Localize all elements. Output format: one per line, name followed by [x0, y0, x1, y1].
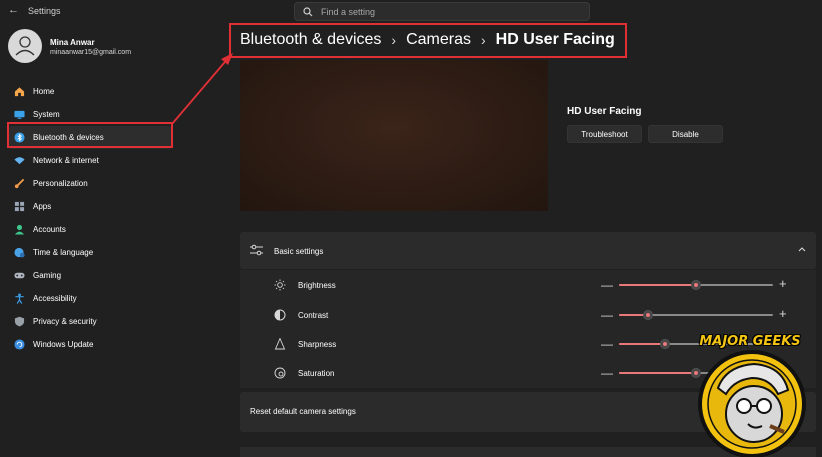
- basic-settings-header[interactable]: Basic settings: [240, 232, 816, 269]
- increase-brightness-button[interactable]: +: [779, 276, 787, 291]
- sidebar-item-privacy-security[interactable]: Privacy & security: [8, 310, 172, 333]
- shield-icon: [14, 316, 25, 327]
- breadcrumb: Bluetooth & devices › Cameras › HD User …: [240, 31, 615, 49]
- majorgeeks-logo: MAJOR GEEKS: [678, 330, 822, 457]
- brightness-slider-thumb[interactable]: [691, 280, 701, 290]
- decrease-contrast-button[interactable]: —: [601, 308, 613, 322]
- sidebar-item-personalization[interactable]: Personalization: [8, 172, 172, 195]
- home-icon: [14, 86, 25, 97]
- user-name: Mina Anwar: [50, 38, 95, 47]
- sidebar-item-label: System: [33, 110, 60, 119]
- sidebar-item-apps[interactable]: Apps: [8, 195, 172, 218]
- apps-icon: [14, 201, 25, 212]
- contrast-slider[interactable]: [619, 310, 773, 320]
- update-icon: [14, 339, 25, 350]
- brightness-icon: [274, 279, 286, 291]
- page-title: HD User Facing: [495, 31, 615, 48]
- chevron-right-icon: ›: [391, 32, 397, 48]
- sidebar-item-gaming[interactable]: Gaming: [8, 264, 172, 287]
- breadcrumb-item-cameras[interactable]: Cameras: [406, 31, 471, 49]
- search-icon: [303, 6, 313, 16]
- sidebar-item-label: Home: [33, 87, 55, 96]
- device-title: HD User Facing: [567, 106, 642, 117]
- monitor-icon: [14, 109, 25, 120]
- sidebar-item-label: Personalization: [33, 179, 88, 188]
- accounts-icon: [14, 224, 25, 235]
- sharpness-slider-thumb[interactable]: [660, 339, 670, 349]
- brightness-row: Brightness — +: [240, 270, 816, 299]
- sidebar-item-label: Accounts: [33, 225, 66, 234]
- sharpness-label: Sharpness: [298, 340, 337, 349]
- sidebar-item-label: Privacy & security: [33, 317, 97, 326]
- brush-icon: [14, 178, 25, 189]
- saturation-label: Saturation: [298, 369, 335, 378]
- contrast-row: Contrast — +: [240, 300, 816, 329]
- sidebar-item-label: Apps: [33, 202, 52, 211]
- sidebar-item-network[interactable]: Network & internet: [8, 149, 172, 172]
- sidebar-item-home[interactable]: Home: [8, 80, 172, 103]
- chevron-up-icon[interactable]: [798, 246, 806, 252]
- brightness-slider-fill: [619, 284, 696, 286]
- sharpness-slider-fill: [619, 343, 665, 345]
- sidebar-item-time-language[interactable]: Time & language: [8, 241, 172, 264]
- reset-camera-settings-label: Reset default camera settings: [250, 407, 356, 416]
- wifi-icon: [14, 155, 25, 166]
- globe-clock-icon: [14, 247, 25, 258]
- sidebar-item-accessibility[interactable]: Accessibility: [8, 287, 172, 310]
- sidebar-item-label: Windows Update: [33, 340, 94, 349]
- sidebar-item-label: Time & language: [33, 248, 94, 257]
- brightness-label: Brightness: [298, 281, 336, 290]
- decrease-saturation-button[interactable]: —: [601, 366, 613, 380]
- back-arrow-icon[interactable]: ←: [8, 4, 19, 16]
- avatar[interactable]: [8, 29, 42, 63]
- decrease-sharpness-button[interactable]: —: [601, 337, 613, 351]
- decrease-brightness-button[interactable]: —: [601, 278, 613, 292]
- logo-emblem: [698, 350, 806, 457]
- user-icon: [15, 36, 35, 56]
- disable-button[interactable]: Disable: [648, 125, 723, 143]
- basic-settings-panel: Basic settings: [240, 232, 816, 269]
- contrast-slider-thumb[interactable]: [643, 310, 653, 320]
- gamepad-icon: [14, 270, 25, 281]
- search-box[interactable]: [294, 2, 590, 21]
- search-input[interactable]: [321, 6, 581, 17]
- sharpness-icon: [274, 338, 286, 350]
- camera-preview: [240, 60, 548, 211]
- troubleshoot-button[interactable]: Troubleshoot: [567, 125, 642, 143]
- contrast-label: Contrast: [298, 311, 329, 320]
- saturation-icon: [274, 367, 286, 379]
- sidebar-highlight-box: [7, 122, 173, 148]
- user-email: minaanwar15@gmail.com: [50, 49, 132, 56]
- chevron-right-icon: ›: [481, 32, 486, 48]
- logo-text: MAJOR GEEKS: [699, 334, 801, 349]
- basic-settings-title: Basic settings: [274, 247, 324, 256]
- sidebar-item-label: Accessibility: [33, 294, 77, 303]
- sidebar-item-label: Network & internet: [33, 156, 99, 165]
- increase-contrast-button[interactable]: +: [779, 306, 787, 321]
- breadcrumb-item-bluetooth[interactable]: Bluetooth & devices: [240, 31, 381, 49]
- app-title: Settings: [28, 6, 61, 16]
- contrast-icon: [274, 309, 286, 321]
- sliders-icon: [250, 244, 263, 256]
- sidebar-item-label: Gaming: [33, 271, 62, 280]
- sidebar-item-windows-update[interactable]: Windows Update: [8, 333, 172, 356]
- sidebar-item-accounts[interactable]: Accounts: [8, 218, 172, 241]
- accessibility-icon: [14, 293, 25, 304]
- brightness-slider[interactable]: [619, 280, 773, 290]
